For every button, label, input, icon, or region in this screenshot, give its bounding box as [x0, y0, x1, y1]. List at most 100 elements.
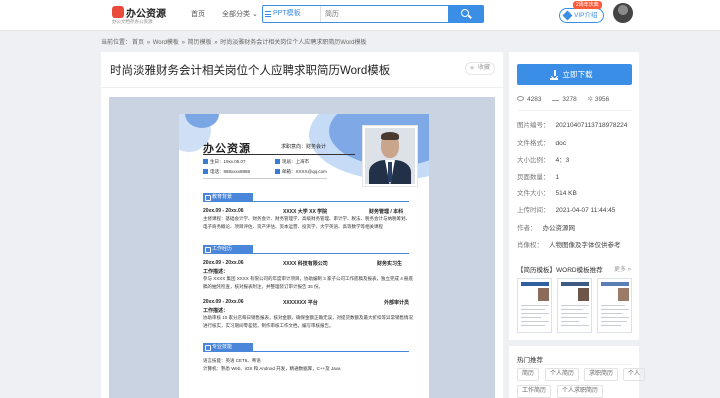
chevron-down-icon: ⌄ [251, 11, 258, 18]
vip-promo-badge: 2周年庆典 [573, 1, 602, 9]
nav-category-label: 全部分类 [222, 11, 250, 18]
resume-info-item: 生日：19xx.05.07 [203, 159, 246, 165]
breadcrumb-item[interactable]: 时尚淡雅财务会计相关岗位个人应聘求职简历Word模板 [220, 40, 366, 46]
download-label: 立即下载 [562, 70, 593, 79]
divider [203, 178, 327, 179]
meta-row: 上传时间： 2021-04-07 11:44:45 [517, 207, 616, 214]
meta-row: 文件格式： doc [517, 140, 566, 147]
top-nav-bar: 办公资源 办公文档存办公资源 首页 全部分类 ⌄ PPT模板 VIP介绍 2周年… [0, 0, 720, 31]
section-header-education: 教育背景 [203, 193, 409, 202]
breadcrumb-prefix: 当前位置： [101, 40, 132, 46]
job1-company: XXXX 科技有限公司 [283, 261, 328, 267]
meta-row: 肖像权： 人物图像及字体仅供参考 [517, 242, 621, 249]
edu-desc: 主修课程：基础会计学、财务会计、财务管理学、高级财务管理、审计学、税法、税务会计… [203, 216, 410, 229]
job2-desc: 协助审核 10 家分店每日销售报表，核对金额，确保金额正确无误，对提货数额及最大… [203, 315, 414, 328]
resume-info-item: 电话：888xxxx8888 [203, 169, 250, 175]
divider [203, 154, 355, 155]
eye-icon [517, 96, 524, 101]
job1-role: 财务实习生 [377, 261, 403, 267]
download-count-icon [552, 96, 560, 101]
tag-link[interactable]: 求职简历 [584, 368, 619, 381]
user-avatar[interactable] [613, 3, 633, 23]
views-stat: 4283 [517, 96, 541, 103]
resume-photo [363, 126, 417, 186]
mail-icon [275, 169, 280, 174]
tag-link[interactable]: 个人 [623, 368, 646, 381]
site-logo[interactable]: 办公资源 办公文档存办公资源 [112, 4, 166, 28]
section-header-work: 工作经历 [203, 245, 409, 254]
vip-label: VIP介绍 [574, 12, 598, 19]
job2-date: 20xx.09 - 20xx.06 [203, 299, 244, 305]
resume-info-item: 现居：上海市 [275, 159, 309, 165]
skills-language: 语言技能：英语 CET6、粤语 [203, 358, 261, 363]
location-icon [275, 159, 280, 164]
meta-row: 文件大小： 514 KB [517, 190, 577, 197]
section-header-skills: 专业技能 [203, 343, 409, 352]
phone-icon [203, 169, 208, 174]
tag-link[interactable]: 工作简历 [517, 385, 552, 398]
breadcrumb-separator: » [145, 40, 152, 46]
tag-link[interactable]: 简历 [517, 368, 540, 381]
favorite-label: 收藏 [478, 65, 491, 71]
star-icon: ★ [469, 65, 476, 72]
page-title: 时尚淡雅财务会计相关岗位个人应聘求职简历Word模板 [110, 65, 391, 77]
related-template-thumb[interactable] [517, 278, 552, 333]
nav-home-link[interactable]: 首页 [191, 9, 205, 19]
related-templates-card: 【简历模板】WORD模板推荐 更多 » [509, 256, 639, 340]
resume-intent: 求职意向：财务会计 [281, 144, 327, 150]
calendar-icon [203, 159, 208, 164]
nav-category-menu[interactable]: 全部分类 ⌄ [222, 9, 258, 19]
meta-row: 作者： 办公资源网 [517, 225, 575, 232]
favorite-button[interactable]: ★ 收藏 [465, 62, 495, 75]
search-input[interactable] [325, 7, 445, 21]
download-icon [551, 70, 557, 78]
search-type-select[interactable]: PPT模板 [263, 6, 321, 22]
breadcrumb: 当前位置：首页 » Word模板 » 简历模板 » 时尚淡雅财务会计相关岗位个人… [101, 37, 368, 46]
tag-link[interactable]: 个人求职简历 [557, 385, 604, 398]
related-more-link[interactable]: 更多 » [614, 264, 631, 273]
breadcrumb-item[interactable]: 首页 [132, 40, 144, 46]
list-icon [265, 11, 271, 17]
tag-link[interactable]: 个人简历 [545, 368, 580, 381]
divider [517, 110, 632, 111]
download-button[interactable]: 立即下载 [517, 64, 632, 85]
search-button[interactable] [448, 5, 484, 23]
meta-row: 大小比例： 4：3 [517, 157, 570, 164]
logo-slogan: 办公文档存办公资源 [112, 19, 153, 24]
stats-row: 4283 3278 ✲ 3956 [517, 95, 618, 103]
meta-row: 图片编号： 20210407113718978224 [517, 122, 628, 129]
template-preview[interactable]: 办公资源 求职意向：财务会计 生日：19xx.05.07 现居：上海市 电话：8… [109, 97, 495, 398]
vip-intro-button[interactable]: VIP介绍 [559, 8, 604, 23]
logo-name: 办公资源 [126, 9, 166, 20]
downloads-stat: 3278 [552, 96, 577, 103]
job1-desc-label: 工作描述： [203, 269, 229, 275]
resume-page: 办公资源 求职意向：财务会计 生日：19xx.05.07 现居：上海市 电话：8… [179, 114, 429, 398]
template-detail-panel: 时尚淡雅财务会计相关岗位个人应聘求职简历Word模板 ★ 收藏 办公资源 求职意… [101, 52, 503, 398]
edu-school: XXXX 大学 XX 学院 [283, 209, 328, 215]
breadcrumb-separator: » [212, 40, 220, 46]
edu-date: 20xx.09 - 20xx.06 [203, 208, 244, 214]
diamond-icon [562, 10, 573, 21]
hot-title: 热门推荐 [517, 357, 543, 364]
related-template-thumb[interactable] [597, 278, 632, 333]
divider [101, 87, 503, 88]
search-box: PPT模板 [262, 5, 484, 23]
job1-desc: 参与 XXXX 集团 XXXX 有限公司的年度审计项目，协助编制 3 家子公司工… [203, 276, 414, 289]
search-type-label: PPT模板 [273, 10, 301, 17]
download-card: 立即下载 4283 3278 ✲ 3956 图片编号： 2021040711371… [509, 52, 639, 262]
logo-mark-icon [112, 6, 124, 18]
edu-major: 财务管理 / 本科 [369, 209, 404, 215]
job1-date: 20xx.09 - 20xx.06 [203, 260, 244, 266]
likes-stat: ✲ 3956 [587, 96, 610, 103]
search-icon [461, 9, 469, 17]
breadcrumb-item[interactable]: Word模板 [153, 40, 179, 46]
hot-tags-card: 热门推荐 简历 个人简历 求职简历 个人 工作简历 个人求职简历 [509, 346, 646, 398]
job2-desc-label: 工作描述： [203, 308, 229, 314]
job2-company: XXXXXXX 平台 [283, 300, 318, 306]
breadcrumb-separator: » [179, 40, 187, 46]
job2-role: 外部审计员 [384, 300, 410, 306]
related-template-thumb[interactable] [557, 278, 592, 333]
skills-computer: 计算机：熟悉 Web、iOS 和 Android 开发，精通数据库，C++及 J… [203, 366, 341, 371]
breadcrumb-item[interactable]: 简历模板 [188, 40, 212, 46]
resume-info-item: 邮箱：XXXX@qq.com [275, 169, 327, 175]
